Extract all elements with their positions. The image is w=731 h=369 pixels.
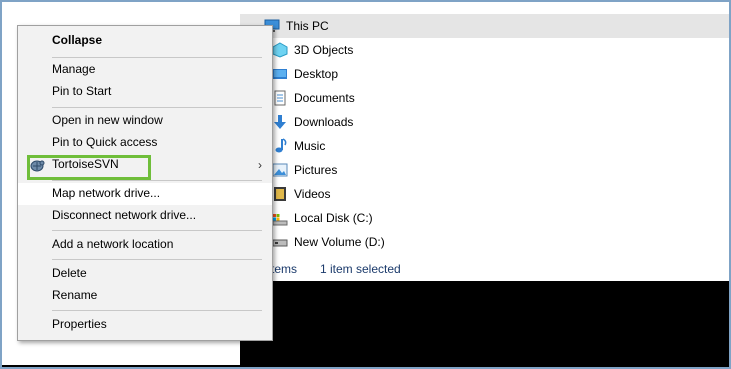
menu-item-add-network-location[interactable]: Add a network location [18,234,272,256]
menu-item-properties[interactable]: Properties [18,314,272,336]
3d-objects-icon [272,42,288,58]
menu-item-label: Rename [52,288,98,302]
menu-item-pin-quick-access[interactable]: Pin to Quick access [18,132,272,154]
tree-item-label: Desktop [294,67,339,81]
videos-folder-icon [274,187,286,201]
chevron-right-icon: › [258,158,262,172]
menu-item-label: Open in new window [52,113,163,127]
drive-icon [272,239,288,247]
tree-item-label: Documents [294,91,355,105]
menu-item-label: Pin to Start [52,84,112,98]
tortoisesvn-icon [30,160,45,172]
menu-separator [52,180,262,181]
explorer-navigation-pane: This PC 3D Objects Desktop Documents Dow… [240,2,729,281]
menu-item-collapse[interactable]: Collapse [18,30,272,52]
documents-folder-icon [274,90,286,106]
tree-item-label: Videos [294,187,331,201]
status-selection: 1 item selected [320,262,401,276]
local-disk-icon [272,214,288,226]
pictures-folder-icon [272,163,288,177]
menu-item-disconnect-network-drive[interactable]: Disconnect network drive... [18,205,272,227]
tree-item-label: 3D Objects [294,43,354,57]
tree-item-this-pc[interactable]: This PC [240,14,729,38]
tree-item-label: Downloads [294,115,354,129]
downloads-folder-icon [274,115,286,129]
tree-item-downloads[interactable]: Downloads [240,110,729,134]
tree-item-new-volume[interactable]: New Volume (D:) [240,230,729,254]
menu-separator [52,310,262,311]
menu-item-label: TortoiseSVN [52,157,119,171]
menu-item-map-network-drive[interactable]: Map network drive... [18,183,272,205]
menu-item-label: Disconnect network drive... [52,208,197,222]
music-folder-icon [275,138,287,153]
menu-item-tortoisesvn[interactable]: TortoiseSVN › [18,154,272,176]
tree-item-documents[interactable]: Documents [240,86,729,110]
menu-separator [52,230,262,231]
menu-item-label: Delete [52,266,87,280]
menu-separator [52,107,262,108]
tree-item-label: This PC [286,19,329,33]
tree-item-3d-objects[interactable]: 3D Objects [240,38,729,62]
menu-item-manage[interactable]: Manage [18,59,272,81]
tree-item-desktop[interactable]: Desktop [240,62,729,86]
menu-item-label: Manage [52,62,96,76]
menu-separator [52,57,262,58]
desktop-folder-icon [273,69,287,79]
menu-item-label: Map network drive... [52,186,161,200]
menu-item-rename[interactable]: Rename [18,285,272,307]
menu-item-delete[interactable]: Delete [18,263,272,285]
menu-item-pin-to-start[interactable]: Pin to Start [18,81,272,103]
tree-item-label: Local Disk (C:) [294,211,373,225]
context-menu: Collapse Manage Pin to Start Open in new… [17,25,273,341]
menu-item-label: Pin to Quick access [52,135,158,149]
menu-item-label: Properties [52,317,107,331]
status-item-count: tems [271,262,298,276]
menu-item-label: Collapse [52,33,103,47]
tree-item-videos[interactable]: Videos [240,182,729,206]
tree-item-label: New Volume (D:) [294,235,385,249]
tree-item-pictures[interactable]: Pictures [240,158,729,182]
menu-item-open-new-window[interactable]: Open in new window [18,110,272,132]
tree-item-local-disk[interactable]: Local Disk (C:) [240,206,729,230]
menu-separator [52,259,262,260]
tree-item-label: Music [294,139,326,153]
tree-item-label: Pictures [294,163,338,177]
menu-item-label: Add a network location [52,237,174,251]
tree-item-music[interactable]: Music [240,134,729,158]
